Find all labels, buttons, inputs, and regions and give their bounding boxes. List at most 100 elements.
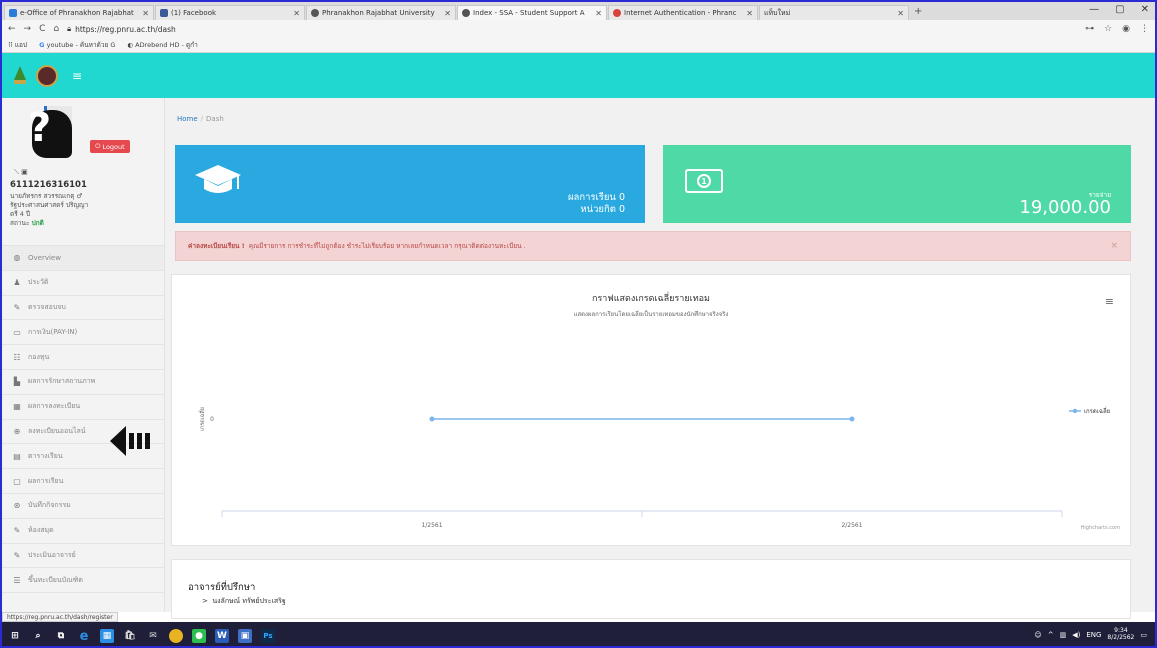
sidebar-item-icon: ⊕ bbox=[13, 426, 21, 436]
bookmark-item[interactable]: G youtube - ค้นหาด้วย G bbox=[39, 40, 115, 50]
tab-close-icon[interactable]: ✕ bbox=[746, 9, 753, 18]
sidebar-item[interactable]: ☰ ขึ้นทะเบียนบัณฑิต bbox=[2, 568, 164, 594]
chart-subtitle: แสดงผลการเรียนโดยเฉลี่ยเป็นรายเทอมของนัก… bbox=[573, 311, 729, 318]
browser-tab[interactable]: (1) Facebook ✕ bbox=[155, 5, 305, 20]
payment-alert: ค่าลงทะเบียนเรียน ! คุณมีรายการ การชำระท… bbox=[175, 231, 1131, 261]
sidebar-item-icon: ♟ bbox=[13, 278, 21, 288]
data-point bbox=[849, 416, 855, 422]
pointer-arrow-icon bbox=[110, 426, 150, 456]
student-program: ตรี 4 ปี bbox=[10, 210, 31, 218]
windows-taskbar: ⊞ ⌕ ⧉ e ▦ 🛍︎ ✉ ● W ▣ Ps ☺ ^ ▥ ◀) ENG 9:3… bbox=[2, 622, 1155, 646]
sidebar-item[interactable]: ▭ การเงิน(PAY-IN) bbox=[2, 320, 164, 346]
browser-tab-active[interactable]: Index - SSA - Student Support A ✕ bbox=[457, 5, 607, 20]
chart-menu-icon[interactable]: ≡ bbox=[1105, 295, 1114, 308]
browser-tab[interactable]: Internet Authentication - Phranc ✕ bbox=[608, 5, 758, 20]
browser-tab[interactable]: แท็บใหม่ ✕ bbox=[759, 5, 909, 20]
profile-panel: ? ⏻ Logout ⟍ ▣ 6111216316101 นายภัทรกร ส… bbox=[2, 98, 164, 246]
breadcrumb: Home / Dash bbox=[177, 115, 224, 123]
chrome-icon[interactable] bbox=[169, 629, 183, 643]
breadcrumb-current: Dash bbox=[206, 115, 224, 123]
graduation-cap-icon bbox=[195, 165, 241, 193]
tab-close-icon[interactable]: ✕ bbox=[293, 9, 300, 18]
status-badge: ปกติ bbox=[31, 219, 44, 227]
payment-summary-card[interactable]: 1 รายจ่าย 19,000.00 bbox=[663, 145, 1131, 223]
sidebar-item-label: ลงทะเบียนออนไลน์ bbox=[28, 426, 86, 435]
bookmark-item[interactable]: ⠿ แอป bbox=[8, 40, 27, 50]
maximize-icon[interactable]: ▢ bbox=[1115, 4, 1124, 15]
sidebar-item[interactable]: ⊛ บันทึกกิจกรรม bbox=[2, 494, 164, 519]
sidebar-item[interactable]: ▢ ผลการเรียน bbox=[2, 469, 164, 494]
alert-text: คุณมีรายการ การชำระที่ไม่ถูกต้อง ชำระไม่… bbox=[248, 242, 526, 250]
notification-icon[interactable]: ▭ bbox=[1140, 631, 1147, 639]
data-point bbox=[429, 416, 435, 422]
line-icon[interactable]: ● bbox=[192, 629, 206, 643]
sidebar-item-label: ตารางเรียน bbox=[28, 451, 63, 460]
reload-icon[interactable]: C bbox=[39, 24, 45, 34]
tab-label: Phranakhon Rajabhat University bbox=[322, 9, 435, 17]
student-status: สถานะ ปกติ bbox=[10, 219, 44, 227]
tab-close-icon[interactable]: ✕ bbox=[444, 9, 451, 18]
sidebar-item[interactable]: ☷ กองทุน bbox=[2, 345, 164, 370]
sidebar-item[interactable]: ▦ ผลการลงทะเบียน bbox=[2, 395, 164, 420]
mail-icon[interactable]: ✉ bbox=[146, 629, 160, 643]
hamburger-menu-icon[interactable]: ≡ bbox=[72, 69, 82, 83]
sidebar-item-icon: ⊛ bbox=[13, 501, 21, 511]
clock[interactable]: 9:34 8/2/2562 bbox=[1107, 627, 1134, 641]
browser-tab[interactable]: Phranakhon Rajabhat University ✕ bbox=[306, 5, 456, 20]
photoshop-icon[interactable]: Ps bbox=[261, 629, 275, 643]
app-icon[interactable]: ▣ bbox=[238, 629, 252, 643]
edge-icon[interactable]: e bbox=[77, 629, 91, 644]
credit-value: หน่วยกิต 0 bbox=[580, 204, 625, 215]
store-icon[interactable]: ▦ bbox=[100, 629, 114, 643]
search-icon[interactable]: ⌕ bbox=[31, 629, 45, 643]
minimize-icon[interactable]: — bbox=[1089, 4, 1099, 15]
url-text: https://reg.pnru.ac.th/dash bbox=[75, 24, 176, 34]
network-icon[interactable]: ▥ bbox=[1060, 631, 1067, 639]
home-icon[interactable]: ⌂ bbox=[53, 24, 59, 34]
y-axis-title: เกรดเฉลี่ย bbox=[198, 407, 206, 431]
bookmarks-bar: ⠿ แอป G youtube - ค้นหาด้วย G ◐ ADrebend… bbox=[2, 38, 1155, 53]
task-view-icon[interactable]: ⧉ bbox=[54, 629, 68, 643]
legend-marker bbox=[1072, 408, 1078, 414]
url-field[interactable]: 🔒︎ https://reg.pnru.ac.th/dash bbox=[67, 24, 176, 34]
tab-favicon-icon bbox=[9, 9, 17, 17]
tab-label: Index - SSA - Student Support A bbox=[473, 9, 585, 17]
tab-close-icon[interactable]: ✕ bbox=[595, 9, 602, 18]
close-window-icon[interactable]: ✕ bbox=[1141, 4, 1149, 15]
sidebar-item[interactable]: ✎ ตรวจสอบจบ bbox=[2, 296, 164, 321]
chart-credits[interactable]: Highcharts.com bbox=[1081, 525, 1120, 531]
alert-close-icon[interactable]: × bbox=[1110, 241, 1118, 251]
bookmark-star-icon[interactable]: ☆ bbox=[1104, 24, 1112, 34]
word-icon[interactable]: W bbox=[215, 629, 229, 643]
browser-tab-strip: e-Office of Phranakhon Rajabhat ✕ (1) Fa… bbox=[2, 2, 1155, 20]
sidebar-item[interactable]: ♟ ประวัติ bbox=[2, 271, 164, 296]
chevron-right-icon: > bbox=[202, 597, 208, 605]
key-icon[interactable]: ⊶ bbox=[1085, 24, 1094, 34]
university-logo-icon bbox=[14, 65, 26, 84]
sidebar-item-label: Overview bbox=[28, 253, 61, 262]
breadcrumb-home[interactable]: Home bbox=[177, 115, 198, 123]
sidebar-item-label: ผลการลงทะเบียน bbox=[28, 402, 81, 411]
more-menu-icon[interactable]: ⋮ bbox=[1140, 24, 1149, 34]
account-icon[interactable]: ◉ bbox=[1122, 24, 1130, 34]
browser-tab[interactable]: e-Office of Phranakhon Rajabhat ✕ bbox=[4, 5, 154, 20]
people-icon[interactable]: ☺ bbox=[1034, 631, 1041, 639]
new-tab-icon[interactable]: + bbox=[914, 6, 922, 17]
language-indicator[interactable]: ENG bbox=[1086, 631, 1101, 639]
shopping-bag-icon[interactable]: 🛍︎ bbox=[123, 629, 137, 643]
logout-button[interactable]: ⏻ Logout bbox=[90, 140, 130, 153]
windows-start-icon[interactable]: ⊞ bbox=[8, 629, 22, 643]
grade-summary-card[interactable]: ผลการเรียน 0 หน่วยกิต 0 bbox=[175, 145, 645, 223]
sidebar-item[interactable]: ✎ ประเมินอาจารย์ bbox=[2, 544, 164, 569]
tab-close-icon[interactable]: ✕ bbox=[142, 9, 149, 18]
volume-icon[interactable]: ◀) bbox=[1072, 631, 1080, 639]
tab-favicon-icon bbox=[311, 9, 319, 17]
forward-icon[interactable]: → bbox=[24, 24, 32, 34]
sidebar-item[interactable]: ◍ Overview bbox=[2, 246, 164, 271]
sidebar-item[interactable]: ✎ ห้องสมุด bbox=[2, 519, 164, 544]
tab-close-icon[interactable]: ✕ bbox=[897, 9, 904, 18]
sidebar-item[interactable]: ▙ ผลการรักษาสถานภาพ bbox=[2, 370, 164, 395]
tray-chevron-icon[interactable]: ^ bbox=[1048, 631, 1054, 639]
back-icon[interactable]: ← bbox=[8, 24, 16, 34]
bookmark-item[interactable]: ◐ ADrebend HD - ดูกำ bbox=[127, 40, 197, 50]
